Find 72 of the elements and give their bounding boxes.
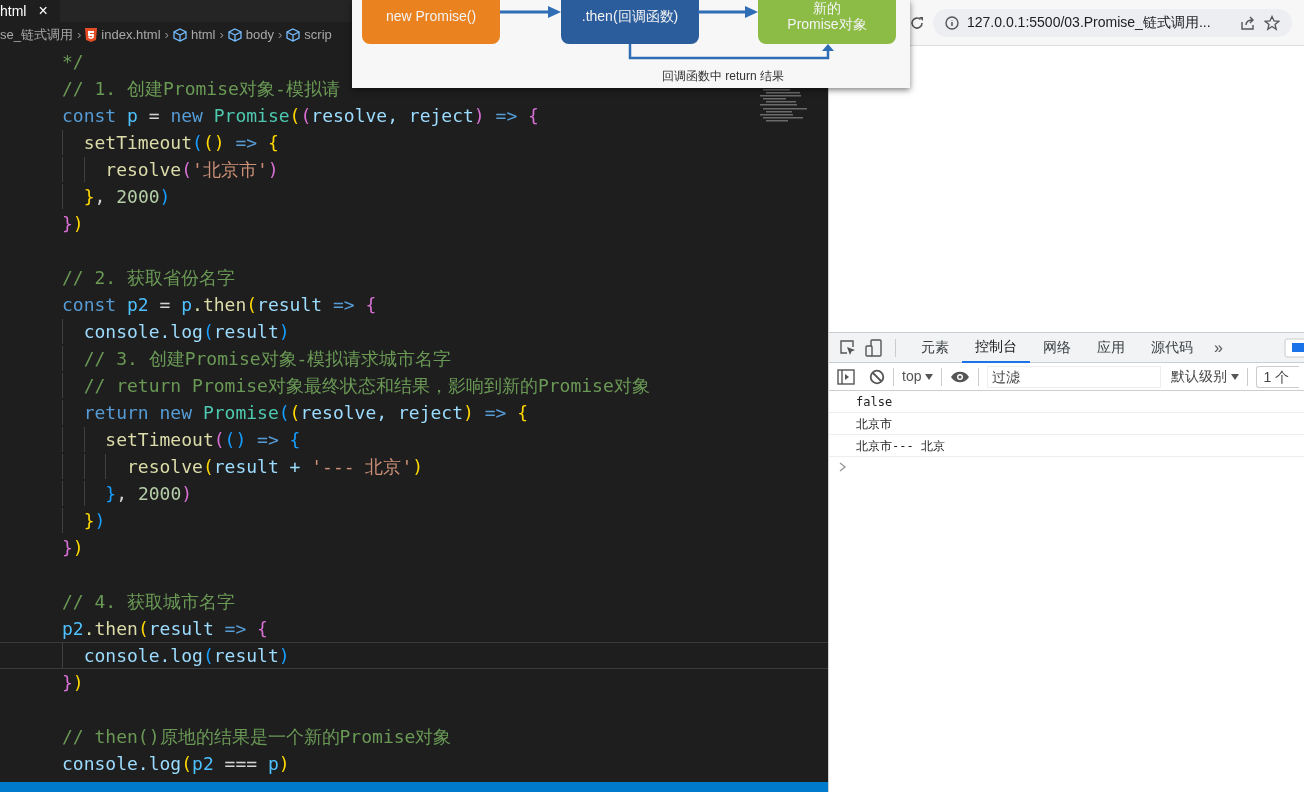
diagram-node: new Promise() <box>362 0 500 44</box>
context-select[interactable]: top <box>902 366 934 387</box>
arrow-icon <box>698 6 758 18</box>
address-bar[interactable]: 127.0.0.1:5500/03.Promise_链式调用... <box>933 8 1292 37</box>
breadcrumb-separator: › <box>278 26 283 45</box>
code-line: // return Promise对象最终状态和结果，影响到新的Promise对象 <box>82 374 650 398</box>
code-line: }) <box>62 671 84 695</box>
code-line: p2.then(result => { <box>62 617 268 641</box>
breadcrumb-item[interactable]: index.html <box>101 25 161 45</box>
code-line: }) <box>62 212 84 236</box>
breadcrumb-separator: › <box>219 26 224 45</box>
editor-tab[interactable]: html × <box>0 0 60 22</box>
code-line: // 3. 创建Promise对象-模拟请求城市名字 <box>82 347 452 371</box>
code-line: // 4. 获取城市名字 <box>62 590 236 614</box>
caret-icon <box>1231 373 1240 380</box>
breadcrumb-separator: › <box>76 26 82 45</box>
code-line: // 2. 获取省份名字 <box>62 266 236 290</box>
devtools-tab[interactable]: 源代码 <box>1138 332 1206 363</box>
caret-icon <box>925 373 934 380</box>
cube-icon <box>227 28 242 42</box>
inspect-icon[interactable] <box>839 338 857 357</box>
devtools-tab[interactable]: 元素 <box>908 332 962 363</box>
console-message: 北京市 <box>856 415 892 433</box>
code-line: return new Promise((resolve, reject) => { <box>82 401 529 425</box>
loop-label: 回调函数中 return 结果 <box>662 68 784 85</box>
code-line: setTimeout(() => { <box>82 131 279 155</box>
sidebar-icon[interactable] <box>837 368 855 385</box>
code-line: console.log(p2 === p) <box>62 752 290 776</box>
reload-icon[interactable] <box>909 14 925 31</box>
clear-icon[interactable] <box>869 368 885 385</box>
diagram-node: 新的 Promise对象 <box>758 0 896 44</box>
info-icon[interactable] <box>945 15 959 30</box>
eye-icon[interactable] <box>950 369 971 384</box>
share-icon[interactable] <box>1240 14 1256 31</box>
devtools-tab[interactable]: 网络 <box>1030 332 1084 363</box>
devtools-tab[interactable]: 应用 <box>1084 332 1138 363</box>
issues-button[interactable]: 1 个 <box>1256 365 1300 388</box>
console-message: 北京市--- 北京 <box>856 437 945 455</box>
code-line: resolve(result + '--- 北京') <box>126 455 424 479</box>
breadcrumb-item[interactable]: html <box>190 25 216 45</box>
code-line: }, 2000) <box>104 482 193 506</box>
breadcrumb-item[interactable]: body <box>245 25 274 45</box>
arrow-icon <box>500 6 561 18</box>
devtools-tab[interactable]: 控制台 <box>962 332 1030 363</box>
breadcrumb-item[interactable]: se_链式调用 <box>0 25 73 45</box>
code-line: */ <box>62 50 84 74</box>
breadcrumb-item[interactable]: scrip <box>304 25 332 45</box>
level-select[interactable]: 默认级别 <box>1171 366 1240 387</box>
code-line: // 1. 创建Promise对象-模拟请 <box>62 77 340 101</box>
filter-field[interactable]: 过滤 <box>987 365 1162 388</box>
html5-icon <box>85 28 98 42</box>
code-line: const p = new Promise((resolve, reject) => { <box>62 104 539 128</box>
code-line: console.log(result) <box>82 644 290 668</box>
code-line: setTimeout(() => { <box>104 428 301 452</box>
code-line: }) <box>82 509 106 533</box>
code-line: }) <box>62 536 84 560</box>
more-tabs-button[interactable]: » <box>1206 335 1231 360</box>
code-line: }, 2000) <box>82 185 171 209</box>
console-message: false <box>856 393 893 411</box>
diagram-node: .then(回调函数) <box>561 0 699 44</box>
message-icon[interactable] <box>1284 337 1304 358</box>
url-text: 127.0.0.1:5500/03.Promise_链式调用... <box>967 13 1212 32</box>
star-icon[interactable] <box>1264 14 1280 31</box>
prompt-icon[interactable] <box>839 462 847 472</box>
code-line: const p2 = p.then(result => { <box>62 293 377 317</box>
code-line: // then()原地的结果是一个新的Promise对象 <box>62 725 452 749</box>
code-line: resolve('北京市') <box>104 158 279 182</box>
breadcrumb-separator: › <box>164 26 169 45</box>
device-icon[interactable] <box>865 338 883 357</box>
code-line: console.log(result) <box>82 320 290 344</box>
cube-icon <box>172 28 187 42</box>
cube-icon <box>286 28 301 42</box>
